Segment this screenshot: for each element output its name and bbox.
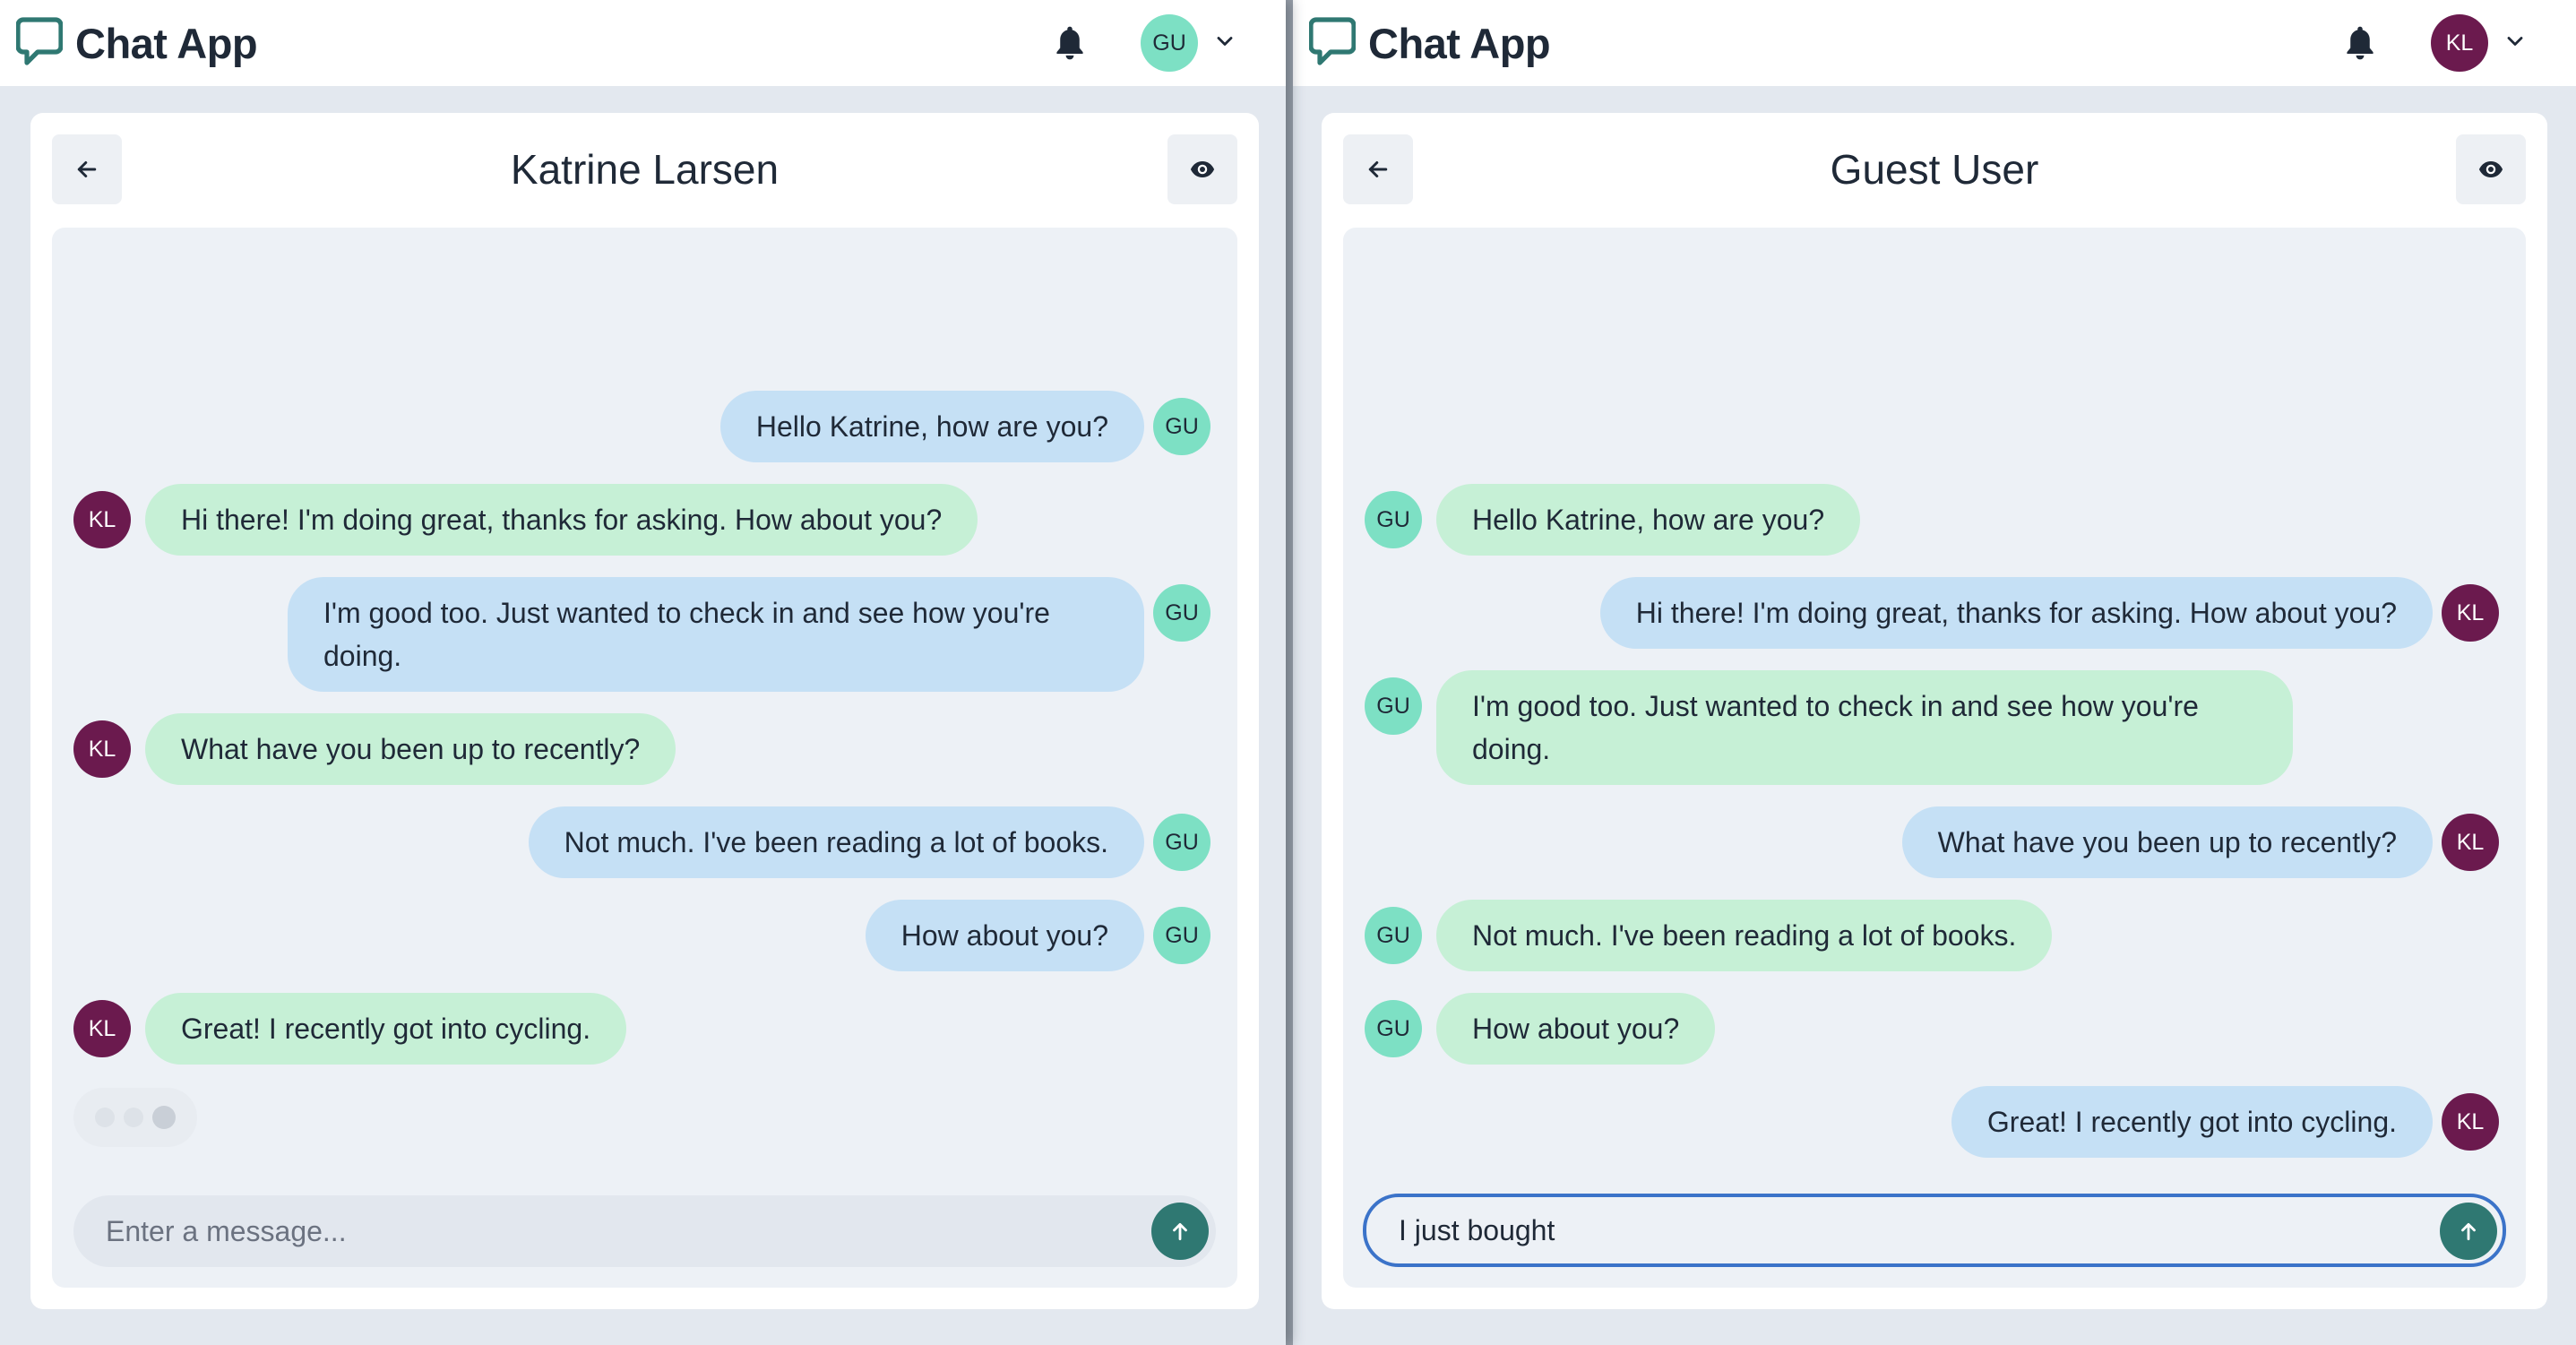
brand[interactable]: Chat App — [15, 16, 258, 71]
avatar: KL — [73, 491, 131, 548]
view-profile-button[interactable] — [2456, 134, 2526, 204]
chat-bubble-icon — [15, 16, 64, 71]
chat-window-guest: Chat App GU Katrine Larsen Hello Katrine… — [0, 0, 1286, 1345]
back-button[interactable] — [52, 134, 122, 204]
message-bubble: Not much. I've been reading a lot of boo… — [1436, 900, 2053, 971]
app-bar: Chat App KL — [1293, 0, 2576, 86]
message-input[interactable] — [106, 1195, 1126, 1267]
arrow-left-icon — [1368, 161, 1388, 177]
avatar: KL — [73, 1000, 131, 1057]
chevron-down-icon[interactable] — [2488, 29, 2528, 58]
chat-title: Guest User — [1830, 146, 2039, 193]
message-bubble: Hello Katrine, how are you? — [1436, 484, 1861, 556]
typing-indicator — [73, 1088, 197, 1147]
user-avatar[interactable]: KL — [2431, 14, 2488, 72]
avatar: GU — [1153, 814, 1210, 871]
chat-header: Katrine Larsen — [30, 113, 1259, 228]
avatar: GU — [1153, 584, 1210, 642]
chat-window-katrine: Chat App KL Guest User GU Hello Katrine,… — [1293, 0, 2576, 1345]
avatar: KL — [2442, 1093, 2499, 1151]
avatar: GU — [1153, 907, 1210, 964]
eye-icon — [2478, 161, 2503, 177]
app-name: Chat App — [75, 19, 258, 67]
bell-icon[interactable] — [1051, 22, 1089, 64]
typing-dot — [152, 1106, 176, 1129]
app-bar: Chat App GU — [0, 0, 1286, 86]
chat-card: Katrine Larsen Hello Katrine, how are yo… — [30, 113, 1259, 1309]
back-button[interactable] — [1343, 134, 1413, 204]
message-input[interactable] — [1399, 1197, 2413, 1263]
eye-icon — [1190, 161, 1215, 177]
message-bubble: Hello Katrine, how are you? — [719, 391, 1144, 462]
message-bubble: Great! I recently got into cycling. — [145, 993, 627, 1065]
message-bubble: What have you been up to recently? — [1901, 806, 2433, 878]
brand[interactable]: Chat App — [1308, 16, 1551, 71]
send-button[interactable] — [2440, 1203, 2497, 1260]
avatar: GU — [1365, 677, 1422, 735]
avatar: KL — [73, 720, 131, 778]
avatar: GU — [1365, 907, 1422, 964]
view-profile-button[interactable] — [1167, 134, 1237, 204]
chat-header: Guest User — [1322, 113, 2547, 228]
message-bubble: What have you been up to recently? — [145, 713, 676, 785]
message-bubble: Hi there! I'm doing great, thanks for as… — [145, 484, 978, 556]
chat-title: Katrine Larsen — [510, 146, 780, 193]
arrow-left-icon — [77, 161, 97, 177]
typing-dot — [124, 1108, 143, 1127]
app-name: Chat App — [1368, 19, 1551, 67]
message-input-wrapper — [73, 1195, 1216, 1267]
message-bubble: I'm good too. Just wanted to check in an… — [1436, 670, 2293, 785]
avatar: GU — [1365, 491, 1422, 548]
chat-bubble-icon — [1308, 16, 1357, 71]
message-bubble: Hi there! I'm doing great, thanks for as… — [1599, 577, 2433, 649]
avatar: KL — [2442, 814, 2499, 871]
avatar: GU — [1365, 1000, 1422, 1057]
message-bubble: I'm good too. Just wanted to check in an… — [288, 577, 1144, 692]
message-bubble: Not much. I've been reading a lot of boo… — [528, 806, 1144, 878]
avatar: GU — [1153, 398, 1210, 455]
bell-icon[interactable] — [2341, 22, 2379, 64]
avatar: KL — [2442, 584, 2499, 642]
message-bubble: Great! I recently got into cycling. — [1951, 1086, 2433, 1158]
chat-card: Guest User GU Hello Katrine, how are you… — [1322, 113, 2547, 1309]
message-list[interactable]: GU Hello Katrine, how are you? Hi there!… — [1343, 228, 2526, 1288]
message-list[interactable]: Hello Katrine, how are you? GU KL Hi the… — [52, 228, 1237, 1288]
user-avatar[interactable]: GU — [1141, 14, 1198, 72]
message-bubble: How about you? — [865, 900, 1144, 971]
arrow-up-icon — [1173, 1223, 1187, 1241]
chevron-down-icon[interactable] — [1198, 29, 1237, 58]
message-bubble: How about you? — [1436, 993, 1716, 1065]
arrow-up-icon — [2461, 1223, 2476, 1241]
message-input-wrapper — [1363, 1194, 2506, 1267]
typing-dot — [95, 1108, 115, 1127]
send-button[interactable] — [1151, 1203, 1209, 1260]
